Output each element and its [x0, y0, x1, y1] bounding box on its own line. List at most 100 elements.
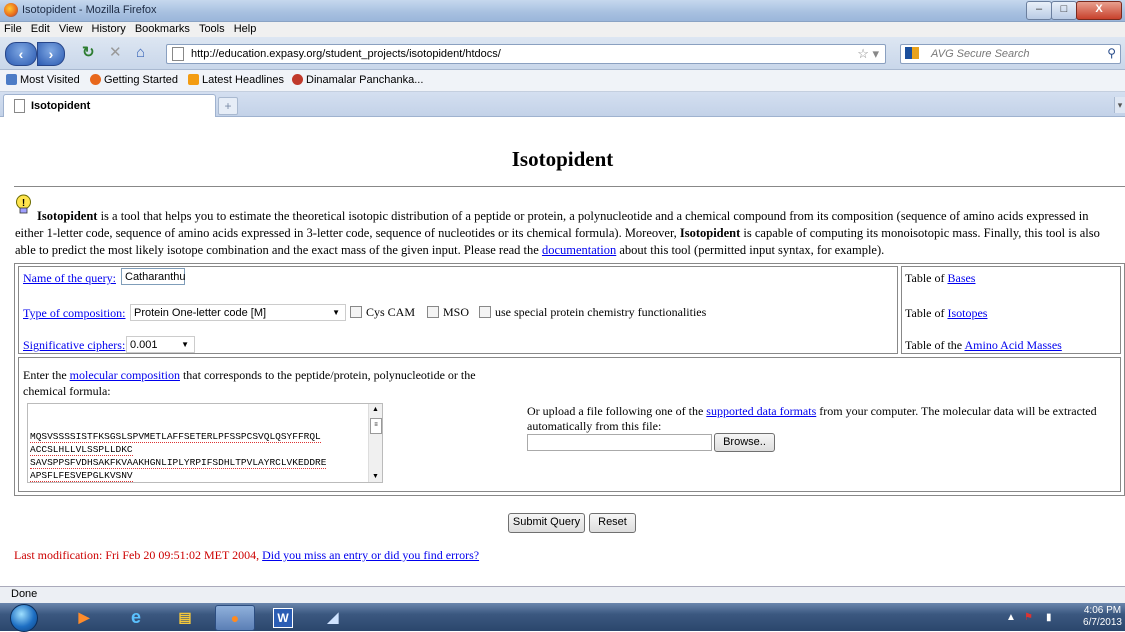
scroll-down-icon[interactable]: ▼: [372, 473, 379, 480]
upload-instructions: Or upload a file following one of the su…: [527, 404, 1097, 433]
scroll-thumb[interactable]: ≡: [370, 418, 382, 434]
molecular-composition-link[interactable]: molecular composition: [70, 368, 180, 382]
mso-label: MSO: [443, 305, 470, 319]
bookmarks-bar: Most Visited Getting Started Latest Head…: [0, 70, 1125, 92]
query-name-input[interactable]: Catharanthu: [121, 268, 186, 285]
menu-bar: File Edit View History Bookmarks Tools H…: [0, 22, 1125, 37]
special-chemistry-label: use special protein chemistry functional…: [495, 305, 707, 319]
page-title: Isotopident: [511, 147, 614, 171]
bookmark-most-visited[interactable]: Most Visited: [6, 74, 80, 86]
scroll-up-icon[interactable]: ▲: [372, 406, 379, 413]
textarea-scrollbar[interactable]: ▲ ≡ ▼: [368, 404, 382, 482]
stop-icon[interactable]: ✕: [109, 45, 122, 60]
table-of-amino-acid-masses: Table of the Amino Acid Masses: [905, 338, 1062, 352]
documentation-link[interactable]: documentation: [542, 243, 616, 257]
new-tab-button[interactable]: +: [218, 97, 238, 115]
composition-instructions: Enter the molecular composition that cor…: [23, 368, 476, 398]
tab-bar: Isotopident + ▾: [0, 92, 1125, 117]
start-button[interactable]: [10, 604, 38, 632]
menu-edit[interactable]: Edit: [31, 22, 50, 37]
bookmark-dinamalar[interactable]: Dinamalar Panchanka...: [292, 74, 423, 86]
menu-view[interactable]: View: [59, 22, 83, 37]
minimize-button[interactable]: –: [1026, 1, 1052, 20]
menu-tools[interactable]: Tools: [199, 22, 225, 37]
firefox-icon: [90, 74, 101, 85]
back-button[interactable]: ‹: [5, 42, 37, 66]
mso-checkbox[interactable]: [427, 306, 439, 318]
table-of-isotopes: Table of Isotopes: [905, 306, 988, 320]
reload-icon[interactable]: ↻: [82, 45, 95, 60]
cys-cam-checkbox[interactable]: [350, 306, 362, 318]
sequence-text: MQSVSSSSISTFKSGSLSPVMETLAFFSETERLPFSSPCS…: [30, 431, 327, 482]
search-icon[interactable]: ⚲: [1107, 46, 1116, 60]
intro-paragraph: Isotopident is a tool that helps you to …: [15, 209, 1100, 257]
tab-list-icon[interactable]: ▾: [1114, 97, 1125, 113]
battery-icon[interactable]: ▮: [1046, 612, 1052, 623]
bookmark-star-icon[interactable]: ☆ ▾: [857, 46, 879, 62]
clock-time[interactable]: 4:06 PM: [1080, 605, 1125, 616]
supported-formats-link[interactable]: supported data formats: [706, 404, 816, 418]
url-bar[interactable]: http://education.expasy.org/student_proj…: [166, 44, 886, 64]
close-button[interactable]: X: [1076, 1, 1122, 20]
search-placeholder: AVG Secure Search: [931, 48, 1030, 60]
action-center-flag-icon[interactable]: ⚑: [1024, 612, 1033, 623]
bookmark-latest-headlines[interactable]: Latest Headlines: [188, 74, 284, 86]
chevron-down-icon: ▼: [332, 308, 340, 317]
composition-type-link[interactable]: Type of composition:: [23, 306, 125, 321]
forward-button[interactable]: ›: [37, 42, 65, 66]
cys-cam-label: Cys CAM: [366, 305, 416, 319]
bookmark-getting-started[interactable]: Getting Started: [90, 74, 178, 86]
clock-date[interactable]: 6/7/2013: [1080, 617, 1125, 628]
composition-type-select[interactable]: Protein One-letter code [M] ▼: [130, 304, 346, 321]
menu-help[interactable]: Help: [234, 22, 257, 37]
firefox-icon: [4, 3, 18, 17]
page-icon: [14, 99, 25, 113]
isotopes-link[interactable]: Isotopes: [947, 306, 987, 320]
file-explorer-icon[interactable]: ▤: [166, 605, 204, 629]
report-errors-link[interactable]: Did you miss an entry or did you find er…: [262, 548, 479, 562]
site-icon: [292, 74, 303, 85]
tool-name: Isotopident: [37, 209, 98, 223]
show-hidden-icons-icon[interactable]: ▲: [1006, 612, 1016, 623]
query-name-link[interactable]: Name of the query:: [23, 271, 116, 286]
table-of-bases: Table of Bases: [905, 271, 976, 285]
word-icon[interactable]: W: [264, 605, 302, 629]
significative-ciphers-select[interactable]: 0.001 ▼: [126, 336, 195, 353]
amino-acid-masses-link[interactable]: Amino Acid Masses: [964, 338, 1061, 352]
window-title-bar[interactable]: Isotopident - Mozilla Firefox – □ X: [0, 0, 1125, 22]
chevron-down-icon: ▼: [181, 340, 189, 349]
internet-explorer-icon[interactable]: e: [117, 605, 155, 629]
significative-ciphers-link[interactable]: Significative ciphers:: [23, 338, 125, 353]
media-player-icon[interactable]: ▶: [65, 605, 103, 629]
menu-history[interactable]: History: [92, 22, 126, 37]
system-tray: ▲ ⚑ ▮ 4:06 PM 6/7/2013: [1000, 603, 1125, 631]
tool-name: Isotopident: [679, 226, 741, 240]
status-bar: Done: [0, 586, 1125, 603]
browse-button[interactable]: Browse..: [714, 433, 775, 452]
submit-query-button[interactable]: Submit Query: [508, 513, 585, 533]
window-title: Isotopident - Mozilla Firefox: [22, 4, 157, 16]
url-text[interactable]: http://education.expasy.org/student_proj…: [191, 48, 501, 60]
reset-button[interactable]: Reset: [589, 513, 636, 533]
bases-link[interactable]: Bases: [947, 271, 975, 285]
file-path-input[interactable]: [527, 434, 712, 451]
firefox-taskbar-icon[interactable]: ●: [215, 605, 255, 631]
maximize-button[interactable]: □: [1051, 1, 1077, 20]
tab-isotopident[interactable]: Isotopident: [3, 94, 216, 117]
navigation-toolbar: ‹ › ↻ ✕ ⌂ http://education.expasy.org/st…: [0, 37, 1125, 70]
page-icon: [172, 47, 184, 61]
home-icon[interactable]: ⌂: [136, 45, 145, 60]
menu-file[interactable]: File: [4, 22, 22, 37]
search-bar[interactable]: AVG Secure Search ⚲: [900, 44, 1121, 64]
status-text: Done: [11, 588, 38, 600]
rss-icon: [188, 74, 199, 85]
bookmark-star-icon: [6, 74, 17, 85]
avg-logo-icon[interactable]: [905, 47, 919, 59]
last-modification-note: Last modification: Fri Feb 20 09:51:02 M…: [14, 548, 480, 562]
tab-label: Isotopident: [31, 100, 91, 112]
menu-bookmarks[interactable]: Bookmarks: [135, 22, 190, 37]
sequence-textarea[interactable]: MQSVSSSSISTFKSGSLSPVMETLAFFSETERLPFSSPCS…: [27, 403, 383, 483]
title-divider: [14, 186, 1125, 187]
application-icon[interactable]: ◢: [314, 605, 352, 629]
special-chemistry-checkbox[interactable]: [479, 306, 491, 318]
